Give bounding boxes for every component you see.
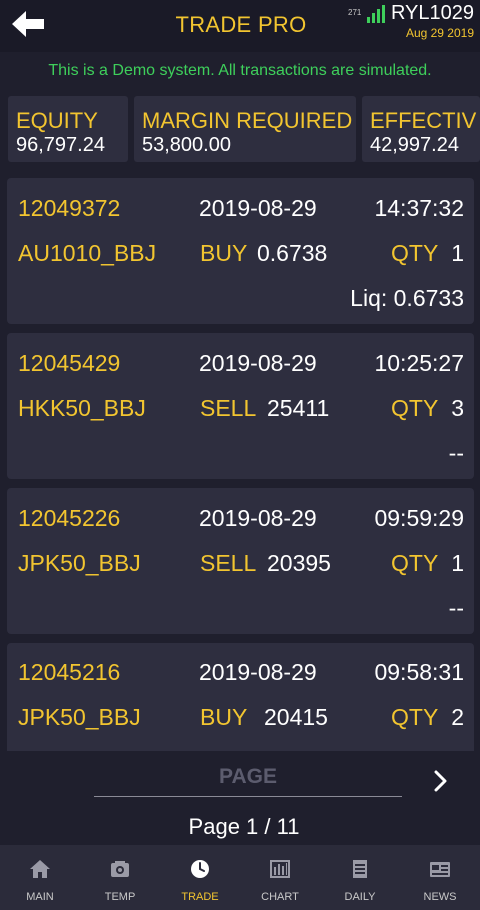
- nav-daily[interactable]: DAILY: [320, 845, 400, 910]
- nav-chart-label: CHART: [261, 891, 299, 903]
- demo-notice: This is a Demo system. All transactions …: [48, 62, 432, 79]
- trade-liq: --: [448, 595, 464, 621]
- trade-card[interactable]: 12049372 2019-08-29 14:37:32 AU1010_BBJ …: [7, 178, 474, 324]
- signal-strength-icon: [367, 5, 385, 23]
- document-icon: [353, 860, 367, 878]
- news-icon: [430, 862, 450, 877]
- account-id: RYL1029: [390, 2, 474, 24]
- trade-date: 2019-08-29: [199, 505, 317, 531]
- home-icon: [30, 860, 50, 878]
- trade-qty: 1: [451, 550, 464, 576]
- effective-box: EFFECTIV 42,997.24: [362, 96, 480, 162]
- nav-temp-label: TEMP: [104, 891, 136, 903]
- equity-value: 96,797.24: [16, 134, 105, 156]
- trade-side: SELL: [200, 395, 257, 421]
- nav-daily-label: DAILY: [344, 891, 376, 903]
- margin-required-value: 53,800.00: [142, 134, 231, 156]
- trade-liq: --: [448, 440, 464, 466]
- trade-symbol: AU1010_BBJ: [18, 240, 157, 266]
- trade-time: 09:58:31: [374, 659, 464, 685]
- nav-news-label: NEWS: [423, 891, 457, 903]
- trade-time: 09:59:29: [374, 505, 464, 531]
- chart-icon: [270, 860, 290, 878]
- trade-price: 25411: [267, 395, 330, 421]
- trade-qty-label: QTY: [391, 240, 439, 266]
- trade-id: 12045226: [18, 505, 121, 531]
- trade-qty: 2: [451, 704, 464, 730]
- page-input-underline: [94, 796, 402, 797]
- account-date: Aug 29 2019: [405, 26, 474, 40]
- effective-label: EFFECTIV: [370, 108, 477, 133]
- temp-icon: [111, 861, 129, 877]
- trade-date: 2019-08-29: [199, 195, 317, 221]
- trade-id: 12045429: [18, 350, 121, 376]
- trade-side: SELL: [200, 550, 257, 576]
- trade-price: 0.6738: [257, 240, 328, 266]
- trade-price: 20395: [267, 550, 331, 576]
- trade-symbol: JPK50_BBJ: [18, 550, 141, 576]
- trade-date: 2019-08-29: [199, 659, 317, 685]
- top-bar: TRADE PRO 271 RYL1029 Aug 29 2019: [0, 0, 480, 52]
- signal-count: 271: [348, 8, 362, 17]
- nav-trade-label: TRADE: [181, 891, 219, 903]
- effective-value: 42,997.24: [370, 134, 459, 156]
- page-counter: Page 1 / 11: [188, 814, 300, 839]
- trade-card[interactable]: 12045226 2019-08-29 09:59:29 JPK50_BBJ S…: [7, 488, 474, 634]
- trade-card[interactable]: 12045216 2019-08-29 09:58:31 JPK50_BBJ B…: [7, 643, 474, 751]
- equity-label: EQUITY: [16, 108, 98, 133]
- trade-time: 10:25:27: [374, 350, 464, 376]
- next-page-button[interactable]: [428, 766, 454, 796]
- nav-temp[interactable]: TEMP: [80, 845, 160, 910]
- trade-price: 20415: [264, 704, 328, 730]
- trade-card[interactable]: 12045429 2019-08-29 10:25:27 HKK50_BBJ S…: [7, 333, 474, 479]
- trade-date: 2019-08-29: [199, 350, 317, 376]
- trade-side: BUY: [200, 704, 248, 730]
- nav-main[interactable]: MAIN: [0, 845, 80, 910]
- trade-id: 12045216: [18, 659, 121, 685]
- equity-box: EQUITY 96,797.24: [8, 96, 128, 162]
- nav-chart[interactable]: CHART: [240, 845, 320, 910]
- trade-qty-label: QTY: [391, 704, 439, 730]
- trade-symbol: HKK50_BBJ: [18, 395, 146, 421]
- margin-required-label: MARGIN REQUIRED: [142, 108, 353, 133]
- bottom-nav: MAIN TEMP TRADE CHART DAILY NEWS: [0, 845, 480, 910]
- trade-qty-label: QTY: [391, 550, 439, 576]
- nav-main-label: MAIN: [26, 891, 54, 903]
- trade-symbol: JPK50_BBJ: [18, 704, 141, 730]
- trade-side: BUY: [200, 240, 248, 266]
- chevron-right-icon: [434, 770, 447, 792]
- nav-news[interactable]: NEWS: [400, 845, 480, 910]
- clock-icon: [191, 860, 209, 878]
- nav-trade[interactable]: TRADE: [160, 845, 240, 910]
- trade-time: 14:37:32: [374, 195, 464, 221]
- trade-qty-label: QTY: [391, 395, 439, 421]
- margin-required-box: MARGIN REQUIRED 53,800.00: [134, 96, 356, 162]
- trade-qty: 1: [451, 240, 464, 266]
- trade-liq: Liq: 0.6733: [350, 285, 464, 311]
- trade-qty: 3: [451, 395, 464, 421]
- trade-id: 12049372: [18, 195, 121, 221]
- page-input[interactable]: PAGE: [94, 765, 402, 789]
